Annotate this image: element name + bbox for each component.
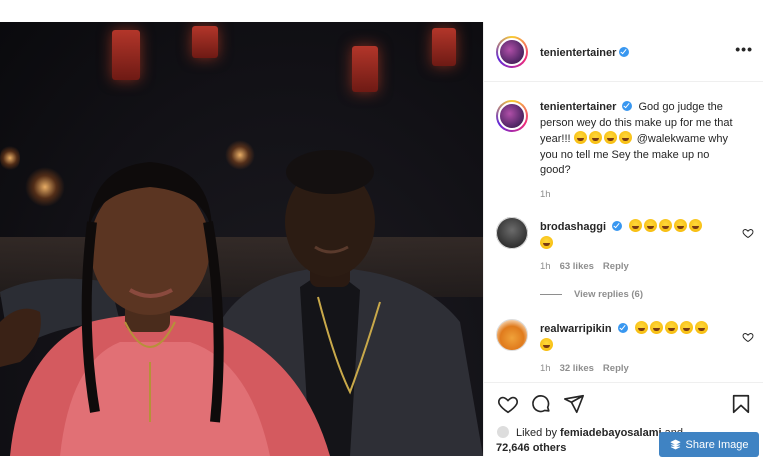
comment-time[interactable]: 1h [540,363,551,374]
comment-icon[interactable] [530,393,552,415]
caption-item: tenientertainer God go judge the person … [496,100,754,210]
instagram-post-embed: tenientertainer ••• tenientertainer God … [0,0,774,466]
share-image-label: Share Image [685,438,749,451]
comment-body: realwarripikin [540,321,740,354]
view-replies-label[interactable]: View replies (6) [574,289,643,300]
author-name-wrap: tenientertainer [540,43,630,61]
post-photo[interactable] [0,22,483,456]
weary-face-emoji-icon [588,131,602,144]
post-header: tenientertainer ••• [484,22,763,82]
liked-by-prefix: Liked by [516,427,557,439]
caption-mention[interactable]: @walekwame [637,133,706,145]
weary-face-emoji-icon [573,131,587,144]
commenter-avatar[interactable] [496,217,528,249]
caption-body: tenientertainer God go judge the person … [540,100,740,179]
people-illustration [0,150,483,456]
grinning-emoji-icon [674,219,688,232]
verified-badge-icon [619,46,630,57]
comment-likes[interactable]: 32 likes [560,363,594,374]
comment-like-heart-icon[interactable] [742,227,754,239]
caption-author[interactable]: tenientertainer [540,101,616,113]
caption-author-avatar[interactable] [496,100,528,132]
weary-face-emoji-icon [603,131,617,144]
grinning-emoji-icon [649,321,663,334]
share-image-button[interactable]: Share Image [659,432,759,457]
verified-badge-icon [612,221,623,231]
grinning-emoji-icon [644,219,658,232]
comment-time[interactable]: 1h [540,261,551,272]
liked-by-others[interactable]: 72,646 others [496,442,566,454]
weary-face-emoji-icon [618,131,632,144]
heart-icon[interactable] [497,393,519,415]
author-username[interactable]: tenientertainer [540,47,616,59]
caption-time[interactable]: 1h [540,189,551,200]
comment-reply[interactable]: Reply [603,261,629,272]
comment-likes[interactable]: 63 likes [560,261,594,272]
view-replies[interactable]: View replies (6) [540,289,643,300]
send-icon[interactable] [563,393,585,415]
comment-item: realwarripikin 1h 32 likes Reply [496,319,754,379]
verified-badge-icon [622,101,633,111]
comments-section[interactable]: tenientertainer God go judge the person … [484,82,763,382]
caption-meta: 1h [540,189,560,200]
bookmark-icon[interactable] [730,393,752,415]
grinning-emoji-icon [694,321,708,334]
comment-item: brodashaggi 1h 63 likes Reply View replies… [496,217,754,307]
grinning-emoji-icon [540,235,553,249]
post-details-panel: tenientertainer ••• tenientertainer God … [483,22,763,456]
comment-body: brodashaggi [540,219,740,252]
grinning-emoji-icon [634,321,648,334]
comment-author[interactable]: brodashaggi [540,221,606,233]
comment-like-heart-icon[interactable] [742,331,754,343]
replies-divider [540,294,562,295]
comment-meta: 1h 63 likes Reply [540,261,638,272]
grinning-emoji-icon [664,321,678,334]
grinning-emoji-icon [679,321,693,334]
comment-meta: 1h 32 likes Reply [540,363,638,374]
more-horizontal-icon[interactable]: ••• [735,42,753,56]
likes-summary: Liked by femiadebayosalami and 72,646 ot… [496,425,683,456]
grinning-emoji-icon [659,219,673,232]
grinning-emoji-icon [689,219,703,232]
comment-reply[interactable]: Reply [603,363,629,374]
verified-badge-icon [617,323,628,333]
liked-by-user[interactable]: femiadebayosalami [560,427,662,439]
commenter-avatar[interactable] [496,319,528,351]
liker-avatar[interactable] [496,425,510,439]
grinning-emoji-icon [629,219,643,232]
author-avatar[interactable] [496,35,528,68]
comment-author[interactable]: realwarripikin [540,323,612,335]
grinning-emoji-icon [540,337,553,351]
stack-icon [670,439,680,450]
